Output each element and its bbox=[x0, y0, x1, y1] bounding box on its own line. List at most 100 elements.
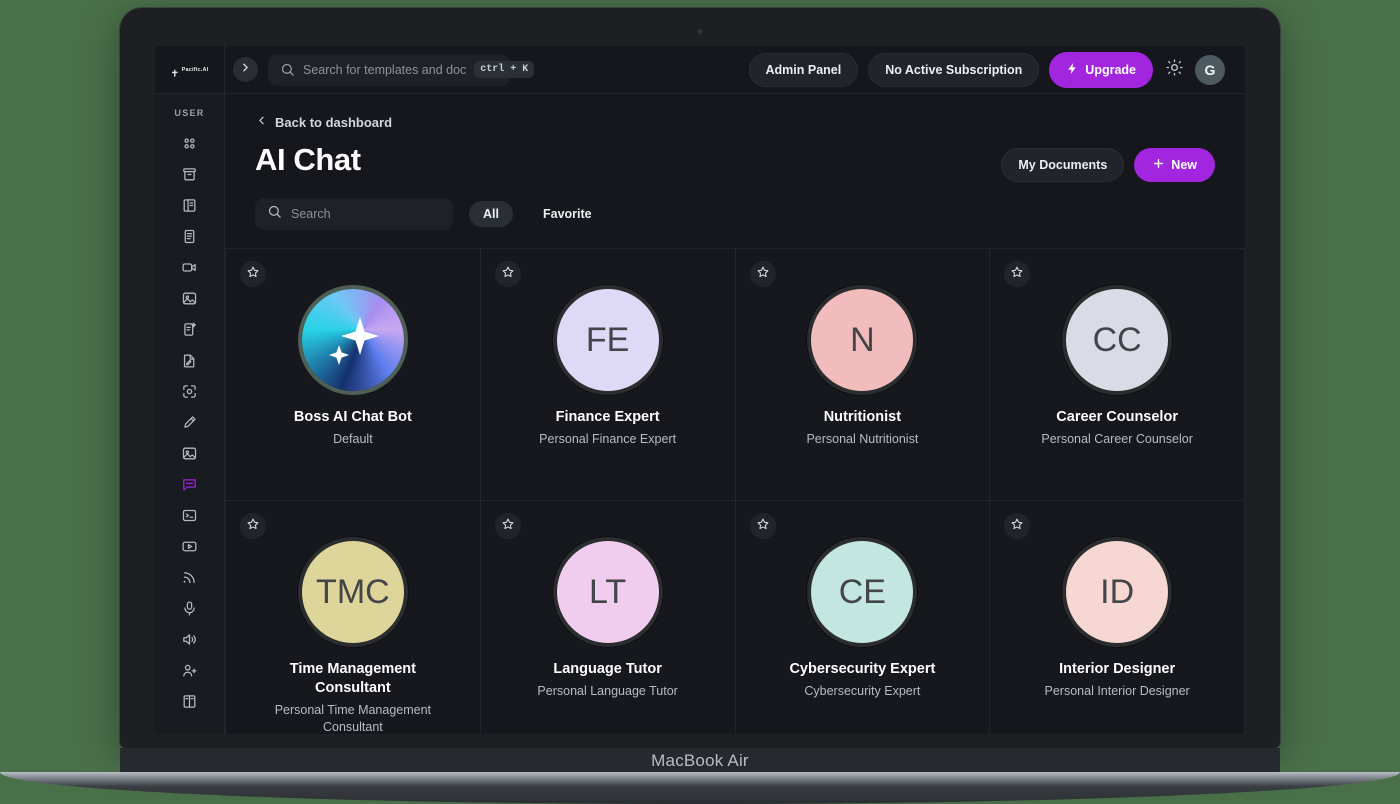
file-pencil-icon bbox=[181, 352, 198, 374]
pen-icon bbox=[181, 414, 198, 436]
sidebar-item-ai-writer[interactable] bbox=[169, 316, 211, 347]
search-input[interactable]: Search bbox=[255, 198, 453, 230]
chat-bubble-icon bbox=[181, 476, 198, 498]
app-logo[interactable]: Pacific.AI bbox=[171, 65, 209, 77]
admin-panel-button[interactable]: Admin Panel bbox=[748, 52, 859, 87]
agent-description: Personal Career Counselor bbox=[1041, 431, 1193, 446]
sidebar-item-voice[interactable] bbox=[169, 595, 211, 626]
agent-name: Interior Designer bbox=[1059, 661, 1176, 677]
bolt-icon bbox=[1066, 62, 1079, 78]
agent-card[interactable]: Boss AI Chat Bot Default bbox=[226, 249, 481, 501]
agent-description: Cybersecurity Expert bbox=[804, 683, 921, 698]
agent-initials: CC bbox=[1092, 320, 1142, 359]
star-outline-icon bbox=[1010, 517, 1024, 536]
photo-icon bbox=[181, 445, 198, 467]
favorite-button[interactable] bbox=[494, 261, 521, 287]
sidebar-item-editor[interactable] bbox=[169, 347, 211, 378]
app-window: Pacific.AI Search for templates and doc … bbox=[155, 46, 1245, 734]
image-icon bbox=[181, 290, 198, 312]
new-button[interactable]: New bbox=[1134, 148, 1215, 182]
agent-avatar: TMC bbox=[301, 541, 404, 643]
agent-card[interactable]: FE Finance Expert Personal Finance Exper… bbox=[480, 249, 736, 501]
search-icon bbox=[280, 62, 295, 77]
tab-favorite[interactable]: Favorite bbox=[529, 201, 606, 227]
global-search-input[interactable]: Search for templates and doc ctrl + K bbox=[268, 53, 535, 86]
sidebar-item-ai-chat[interactable] bbox=[169, 471, 211, 502]
sidebar-item-audio[interactable] bbox=[169, 626, 211, 657]
favorite-button[interactable] bbox=[494, 513, 521, 539]
back-to-dashboard-link[interactable]: Back to dashboard bbox=[255, 114, 392, 130]
agent-initials: N bbox=[850, 320, 875, 359]
favorite-button[interactable] bbox=[749, 513, 776, 539]
agent-card[interactable]: CE Cybersecurity Expert Cybersecurity Ex… bbox=[735, 501, 991, 734]
sidebar-item-code[interactable] bbox=[169, 502, 211, 533]
user-plus-icon bbox=[181, 662, 198, 684]
sidebar-item-images[interactable] bbox=[169, 285, 211, 316]
main-header: Back to dashboard AI Chat My Documents N… bbox=[225, 94, 1245, 248]
agent-avatar: FE bbox=[556, 289, 659, 391]
body-row: USER Back to dashboard AI Chat My Docume… bbox=[155, 94, 1245, 734]
device-label: MacBook Air bbox=[651, 751, 749, 770]
sidebar-item-documents[interactable] bbox=[169, 223, 211, 254]
chevron-right-icon bbox=[239, 61, 252, 79]
favorite-button[interactable] bbox=[749, 261, 776, 287]
header-actions: My Documents New bbox=[1001, 132, 1215, 182]
grid-dots-icon bbox=[181, 135, 198, 157]
laptop-lid: Pacific.AI Search for templates and doc … bbox=[120, 8, 1280, 748]
search-icon bbox=[267, 204, 282, 224]
agent-card[interactable]: CC Career Counselor Personal Career Coun… bbox=[990, 249, 1245, 501]
plus-icon bbox=[1152, 157, 1165, 173]
back-link-label: Back to dashboard bbox=[275, 114, 393, 130]
agent-description: Default bbox=[333, 431, 373, 446]
favorite-button[interactable] bbox=[240, 513, 266, 539]
star-outline-icon bbox=[1010, 265, 1024, 284]
agent-initials: ID bbox=[1100, 572, 1135, 611]
agent-description: Personal Time Management Consultant bbox=[274, 702, 432, 734]
agent-initials: CE bbox=[838, 572, 886, 611]
sidebar-item-library[interactable] bbox=[169, 192, 211, 223]
document-lines-icon bbox=[181, 228, 198, 250]
sidebar-item-video[interactable] bbox=[169, 254, 211, 285]
cards-scroll-area[interactable]: Boss AI Chat Bot Default FE Finance Expe… bbox=[225, 248, 1245, 734]
agent-name: Nutritionist bbox=[823, 409, 902, 425]
sidebar-item-vision[interactable] bbox=[169, 378, 211, 409]
favorite-button[interactable] bbox=[1004, 513, 1031, 539]
star-outline-icon bbox=[501, 517, 515, 536]
sidebar-item-gallery[interactable] bbox=[169, 440, 211, 471]
sidebar-item-dashboard[interactable] bbox=[169, 130, 211, 161]
agent-avatar bbox=[301, 289, 404, 391]
agent-description: Personal Finance Expert bbox=[539, 431, 677, 446]
top-bar-actions: Admin Panel No Active Subscription Upgra… bbox=[748, 51, 1245, 88]
agent-initials: TMC bbox=[316, 572, 390, 611]
upgrade-button[interactable]: Upgrade bbox=[1049, 51, 1153, 88]
avatar[interactable]: G bbox=[1195, 54, 1225, 85]
star-outline-icon bbox=[246, 517, 260, 536]
favorite-button[interactable] bbox=[240, 261, 266, 287]
sidebar-item-docs[interactable] bbox=[169, 688, 211, 719]
sidebar-item-feed[interactable] bbox=[169, 564, 211, 595]
agent-avatar: ID bbox=[1066, 541, 1169, 643]
sidebar-item-invite[interactable] bbox=[169, 657, 211, 688]
search-shortcut-badge: ctrl + K bbox=[474, 61, 535, 78]
sidebar-item-draw[interactable] bbox=[169, 409, 211, 440]
agent-name: Language Tutor bbox=[553, 661, 662, 677]
rss-icon bbox=[181, 569, 198, 591]
agent-card[interactable]: LT Language Tutor Personal Language Tuto… bbox=[480, 501, 736, 734]
sidebar-item-archive[interactable] bbox=[169, 161, 211, 192]
terminal-icon bbox=[181, 507, 198, 529]
favorite-button[interactable] bbox=[1004, 261, 1031, 287]
tab-all[interactable]: All bbox=[469, 201, 513, 227]
agent-card-grid: Boss AI Chat Bot Default FE Finance Expe… bbox=[225, 248, 1245, 734]
upgrade-label: Upgrade bbox=[1085, 62, 1136, 77]
theme-toggle-button[interactable] bbox=[1163, 58, 1185, 81]
agent-name: Cybersecurity Expert bbox=[789, 661, 936, 677]
agent-card[interactable]: N Nutritionist Personal Nutritionist bbox=[735, 249, 991, 501]
sidebar-collapse-button[interactable] bbox=[233, 57, 258, 82]
video-camera-icon bbox=[181, 259, 198, 281]
my-documents-button[interactable]: My Documents bbox=[1001, 148, 1125, 182]
agent-card[interactable]: ID Interior Designer Personal Interior D… bbox=[990, 501, 1245, 734]
agent-card[interactable]: TMC Time Management Consultant Personal … bbox=[226, 501, 481, 734]
subscription-status-button[interactable]: No Active Subscription bbox=[868, 52, 1040, 87]
archive-box-icon bbox=[181, 166, 198, 188]
sidebar-item-player[interactable] bbox=[169, 533, 211, 564]
